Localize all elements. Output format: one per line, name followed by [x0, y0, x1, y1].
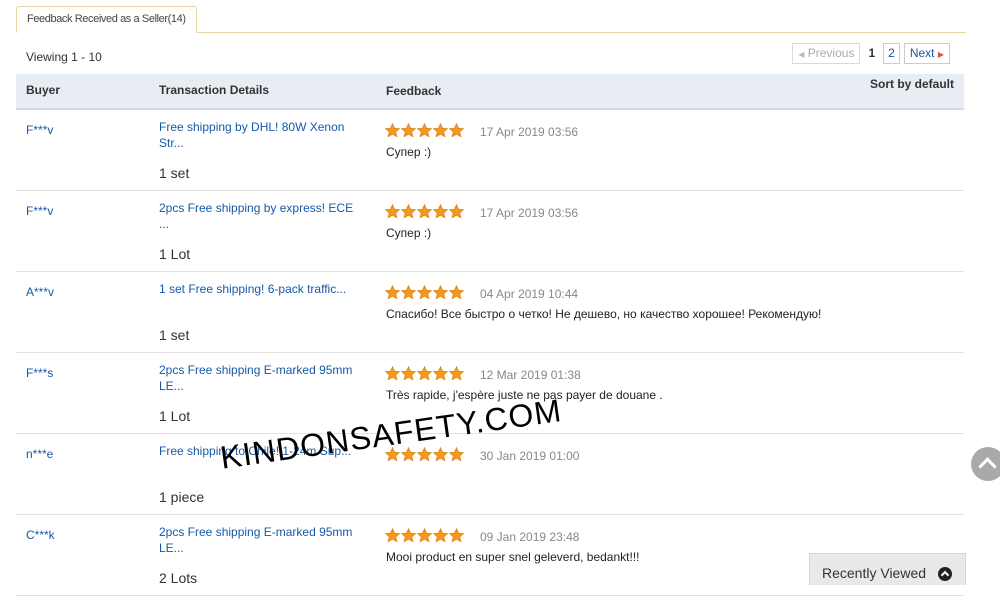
scroll-to-top-button[interactable] — [971, 447, 1000, 481]
feedback-comment: Супер :) — [386, 226, 432, 240]
feedback-tab-bar: Feedback Received as a Seller(14) — [16, 6, 966, 33]
feedback-date: 17 Apr 2019 03:56 — [480, 125, 579, 139]
feedback-date: 12 Mar 2019 01:38 — [480, 368, 581, 382]
star-rating — [385, 123, 464, 138]
table-row: F***v 2pcs Free shipping by express! ECE … — [16, 191, 964, 272]
tab-feedback-received[interactable]: Feedback Received as a Seller(14) — [16, 6, 197, 33]
star-icon — [385, 123, 400, 138]
previous-page-button[interactable]: ◀ Previous — [792, 43, 861, 64]
quantity: 1 set — [159, 327, 190, 343]
buyer-name[interactable]: F***s — [26, 366, 53, 380]
column-transaction: Transaction Details — [159, 83, 270, 97]
table-row: n***e Free shipping to Chile! 1-24m Sup..… — [16, 434, 964, 515]
transaction-link[interactable]: 2pcs Free shipping E-marked 95mm LE... — [159, 362, 364, 394]
next-page-button[interactable]: Next ▶ — [903, 43, 950, 64]
star-icon — [449, 528, 464, 543]
column-buyer: Buyer — [26, 83, 61, 97]
star-icon — [433, 528, 448, 543]
star-icon — [449, 447, 464, 462]
feedback-list: F***v Free shipping by DHL! 80W Xenon Str… — [16, 110, 964, 596]
next-label: Next — [909, 46, 935, 60]
viewing-range: Viewing 1 - 10 — [26, 50, 102, 64]
transaction-link[interactable]: Free shipping by DHL! 80W Xenon Str... — [159, 119, 364, 151]
star-icon — [401, 204, 416, 219]
star-icon — [417, 204, 432, 219]
star-icon — [449, 366, 464, 381]
chevron-left-icon: ◀ — [798, 50, 805, 59]
sort-by-default[interactable]: Sort by default — [870, 77, 954, 91]
star-icon — [449, 285, 464, 300]
column-feedback: Feedback — [386, 84, 442, 98]
feedback-date: 09 Jan 2019 23:48 — [480, 530, 580, 544]
chevron-up-icon — [978, 457, 997, 476]
transaction-link[interactable]: 1 set Free shipping! 6-pack traffic... — [159, 281, 364, 297]
star-icon — [417, 366, 432, 381]
star-icon — [433, 204, 448, 219]
star-icon — [385, 285, 400, 300]
buyer-name[interactable]: C***k — [26, 528, 55, 542]
buyer-name[interactable]: A***v — [26, 285, 54, 299]
star-rating — [385, 204, 464, 219]
previous-label: Previous — [807, 46, 855, 60]
star-icon — [401, 528, 416, 543]
star-icon — [417, 123, 432, 138]
quantity: 1 set — [159, 165, 190, 181]
star-icon — [401, 285, 416, 300]
star-icon — [433, 447, 448, 462]
quantity: 1 piece — [159, 489, 205, 505]
star-icon — [417, 447, 432, 462]
buyer-name[interactable]: F***v — [26, 123, 53, 137]
chevron-right-icon: ▶ — [937, 50, 944, 59]
table-row: A***v 1 set Free shipping! 6-pack traffic… — [16, 272, 964, 353]
star-icon — [449, 123, 464, 138]
star-icon — [385, 204, 400, 219]
buyer-name[interactable]: n***e — [26, 447, 53, 461]
feedback-comment: Mooi product en super snel geleverd, bed… — [386, 550, 640, 564]
pagination: ◀ Previous 1 2 Next ▶ — [792, 43, 950, 64]
star-rating — [385, 366, 464, 381]
feedback-date: 30 Jan 2019 01:00 — [480, 449, 580, 463]
feedback-comment: Супер :) — [386, 145, 432, 159]
feedback-comment: Спасибо! Все быстро о четко! Не дешево, … — [386, 307, 822, 321]
star-icon — [385, 528, 400, 543]
star-icon — [449, 204, 464, 219]
buyer-name[interactable]: F***v — [26, 204, 53, 218]
chevron-up-circle-icon — [938, 567, 952, 581]
star-icon — [417, 528, 432, 543]
star-icon — [433, 366, 448, 381]
table-header: Buyer Transaction Details Feedback Sort … — [16, 74, 964, 110]
page-1[interactable]: 1 — [864, 44, 879, 63]
quantity: 1 Lot — [159, 246, 191, 262]
transaction-link[interactable]: 2pcs Free shipping by express! ECE ... — [159, 200, 364, 232]
recently-viewed-label: Recently Viewed — [822, 565, 927, 581]
recently-viewed-button[interactable]: Recently Viewed — [809, 553, 966, 585]
feedback-date: 04 Apr 2019 10:44 — [480, 287, 579, 301]
star-icon — [401, 366, 416, 381]
star-icon — [417, 285, 432, 300]
page-2[interactable]: 2 — [883, 43, 900, 64]
star-icon — [401, 123, 416, 138]
star-rating — [385, 285, 464, 300]
transaction-link[interactable]: 2pcs Free shipping E-marked 95mm LE... — [159, 524, 364, 556]
quantity: 1 Lot — [159, 408, 191, 424]
feedback-date: 17 Apr 2019 03:56 — [480, 206, 579, 220]
star-icon — [433, 123, 448, 138]
table-row: F***v Free shipping by DHL! 80W Xenon Str… — [16, 110, 964, 191]
star-rating — [385, 528, 464, 543]
star-icon — [433, 285, 448, 300]
star-icon — [385, 366, 400, 381]
